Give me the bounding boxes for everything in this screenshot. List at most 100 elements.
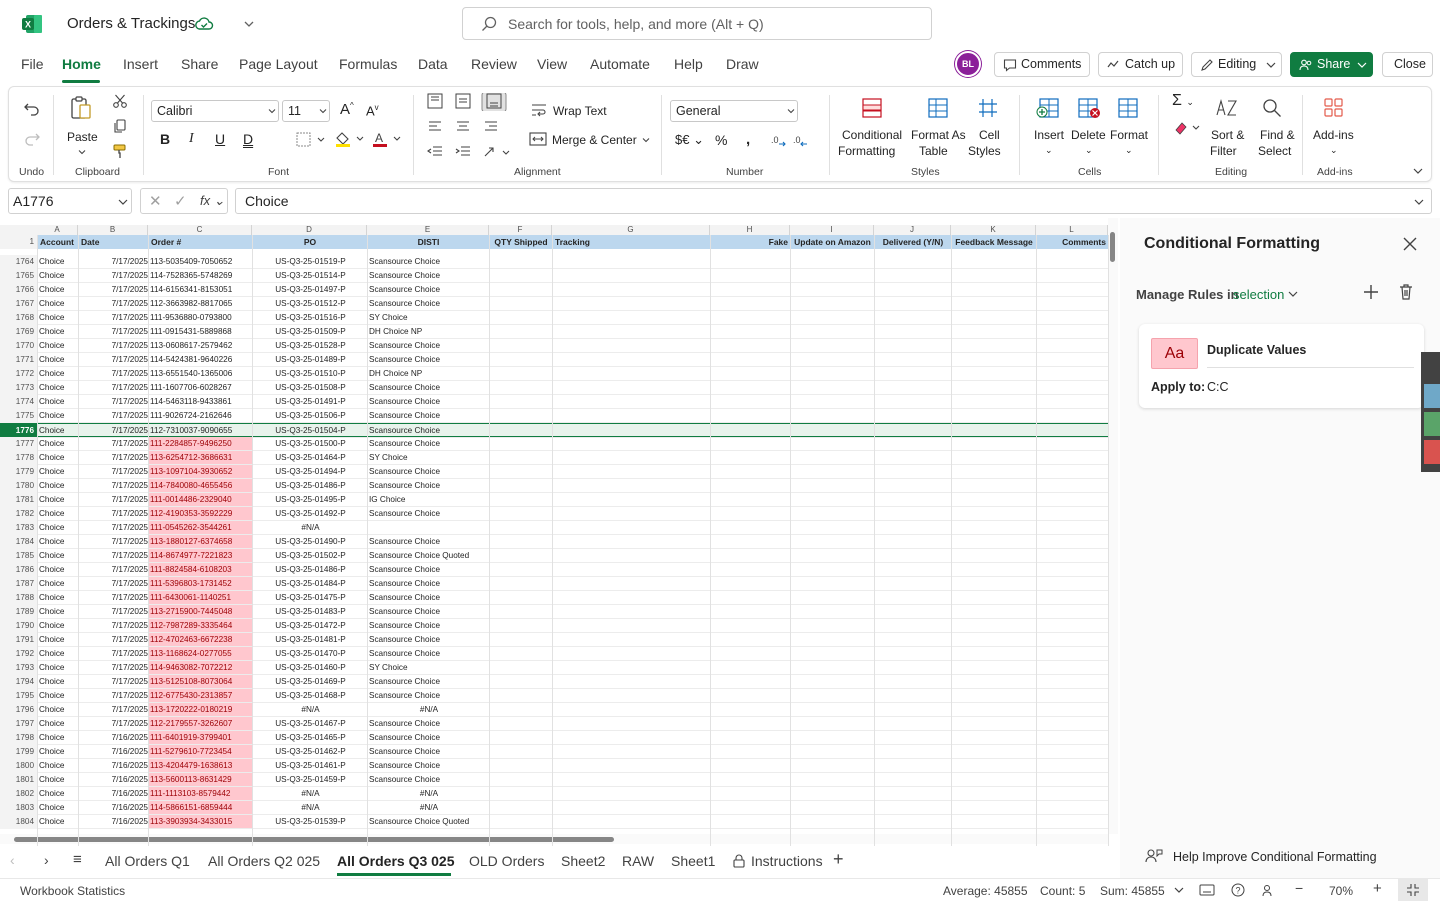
cell-c[interactable]: 113-1880127-6374658 — [148, 535, 252, 549]
zoom-level[interactable]: 70% — [1329, 884, 1353, 898]
cell-d[interactable]: US-Q3-25-01495-P — [252, 493, 367, 507]
cell-e[interactable]: Scansource Choice — [367, 731, 489, 745]
cell-c[interactable]: 112-4702463-6672238 — [148, 633, 252, 647]
paste-icon[interactable] — [69, 95, 93, 121]
table-row[interactable]: 1768 Choice 7/17/2025 111-9536880-0793800 US… — [0, 311, 1108, 325]
share-button[interactable]: Share — [1290, 52, 1373, 77]
sort-filter-label-2[interactable]: Filter — [1210, 144, 1237, 158]
cell-e[interactable]: Scansource Choice — [367, 563, 489, 577]
horizontal-align-icons[interactable] — [427, 119, 507, 135]
row-number[interactable]: 1782 — [0, 507, 37, 521]
format-as-table-label-1[interactable]: Format As — [911, 128, 966, 142]
cell-b[interactable]: 7/17/2025 — [78, 549, 148, 563]
cell-d[interactable]: US-Q3-25-01509-P — [252, 325, 367, 339]
redo-icon[interactable] — [23, 131, 41, 147]
cell-a[interactable]: Choice — [37, 647, 78, 661]
cell-c[interactable]: 113-1720222-0180219 — [148, 703, 252, 717]
comments-button[interactable]: Comments — [994, 52, 1090, 77]
cell-b[interactable]: 7/17/2025 — [78, 605, 148, 619]
cell-a[interactable]: Choice — [37, 465, 78, 479]
font-size-select[interactable]: 11 — [282, 100, 330, 122]
cell-c[interactable]: 111-9026724-2162646 — [148, 409, 252, 423]
cell-e[interactable]: Scansource Choice — [367, 717, 489, 731]
all-sheets-icon[interactable]: ≡ — [73, 851, 82, 868]
header-cell[interactable]: Tracking — [552, 235, 710, 249]
cell-a[interactable]: Choice — [37, 717, 78, 731]
italic-icon[interactable]: I — [189, 131, 194, 147]
format-painter-icon[interactable] — [112, 143, 128, 159]
cell-c[interactable]: 111-9536880-0793800 — [148, 311, 252, 325]
cell-c[interactable]: 111-0545262-3544261 — [148, 521, 252, 535]
table-row[interactable]: 1789 Choice 7/17/2025 113-2715900-7445048 US… — [0, 605, 1108, 619]
cell-e[interactable]: Scansource Choice — [367, 745, 489, 759]
font-name-select[interactable]: Calibri — [151, 100, 279, 122]
row-number[interactable]: 1798 — [0, 731, 37, 745]
cell-c[interactable]: 113-5600113-8631429 — [148, 773, 252, 787]
cell-b[interactable]: 7/17/2025 — [78, 563, 148, 577]
cell-b[interactable]: 7/16/2025 — [78, 759, 148, 773]
row-number[interactable]: 1773 — [0, 381, 37, 395]
header-cell[interactable]: Delivered (Y/N) — [874, 235, 951, 249]
autosum-icon[interactable]: Σ ⌄ — [1172, 92, 1194, 110]
cell-d[interactable]: #N/A — [252, 801, 367, 815]
table-row[interactable]: 1793 Choice 7/17/2025 114-9463082-7072212 US… — [0, 661, 1108, 675]
cell-c[interactable]: 112-2179557-3262607 — [148, 717, 252, 731]
cell-b[interactable]: 7/16/2025 — [78, 801, 148, 815]
cell-b[interactable]: 7/17/2025 — [78, 311, 148, 325]
row-number[interactable]: 1779 — [0, 465, 37, 479]
paste-label[interactable]: Paste — [67, 130, 98, 144]
cell-d[interactable]: US-Q3-25-01484-P — [252, 577, 367, 591]
header-cell[interactable]: Fake — [710, 235, 790, 249]
cell-e[interactable]: Scansource Choice Quoted — [367, 815, 489, 829]
menu-automate[interactable]: Automate — [590, 56, 650, 72]
column-header[interactable]: B — [78, 225, 148, 235]
check-icon[interactable]: ✓ — [174, 192, 187, 210]
cell-e[interactable]: Scansource Choice — [367, 605, 489, 619]
cell-d[interactable]: US-Q3-25-01539-P — [252, 815, 367, 829]
cell-b[interactable]: 7/17/2025 — [78, 535, 148, 549]
cell-c[interactable]: 111-1607706-6028267 — [148, 381, 252, 395]
find-select-label-1[interactable]: Find & — [1260, 128, 1295, 142]
table-row[interactable]: 1765 Choice 7/17/2025 114-7528365-5748269 US… — [0, 269, 1108, 283]
decrease-font-icon[interactable]: Av — [366, 103, 379, 118]
find-select-label-2[interactable]: Select — [1258, 144, 1291, 158]
cell-c[interactable]: 114-7840080-4655456 — [148, 479, 252, 493]
table-row[interactable]: 1777 Choice 7/17/2025 111-2284857-9496250 US… — [0, 437, 1108, 451]
row-number[interactable]: 1780 — [0, 479, 37, 493]
cell-d[interactable]: US-Q3-25-01514-P — [252, 269, 367, 283]
chevron-down-icon[interactable] — [1287, 290, 1299, 298]
cell-d[interactable]: US-Q3-25-01475-P — [252, 591, 367, 605]
delete-cells-label[interactable]: Delete — [1071, 128, 1106, 142]
format-as-table-icon[interactable] — [927, 97, 949, 119]
column-header[interactable]: F — [489, 225, 552, 235]
cell-a[interactable]: Choice — [37, 339, 78, 353]
row-number[interactable]: 1802 — [0, 787, 37, 801]
cell-e[interactable]: Scansource Choice — [367, 577, 489, 591]
header-cell[interactable]: Account — [37, 235, 78, 249]
cell-b[interactable]: 7/17/2025 — [78, 367, 148, 381]
cell-c[interactable]: 113-1168624-0277055 — [148, 647, 252, 661]
row-number[interactable]: 1790 — [0, 619, 37, 633]
table-row[interactable]: 1794 Choice 7/17/2025 113-5125108-8073064 US… — [0, 675, 1108, 689]
cell-c[interactable]: 113-6254712-3686631 — [148, 451, 252, 465]
header-cell[interactable]: Order # — [148, 235, 252, 249]
cell-a[interactable]: Choice — [37, 325, 78, 339]
row-number[interactable]: 1774 — [0, 395, 37, 409]
row-number[interactable]: 1797 — [0, 717, 37, 731]
workbook-statistics[interactable]: Workbook Statistics — [20, 884, 125, 898]
row-number-1[interactable]: 1 — [0, 235, 37, 249]
table-row[interactable]: 1792 Choice 7/17/2025 113-1168624-0277055 US… — [0, 647, 1108, 661]
cell-c[interactable]: 113-2715900-7445048 — [148, 605, 252, 619]
cell-e[interactable]: Scansource Choice — [367, 269, 489, 283]
cell-d[interactable]: US-Q3-25-01497-P — [252, 283, 367, 297]
cell-e[interactable]: Scansource Choice — [367, 424, 489, 438]
format-cells-icon[interactable] — [1117, 97, 1141, 119]
help-improve-link[interactable]: Help Improve Conditional Formatting — [1173, 850, 1377, 864]
cell-e[interactable]: SY Choice — [367, 311, 489, 325]
indent-orientation-icons[interactable] — [427, 144, 517, 160]
cell-e[interactable]: SY Choice — [367, 661, 489, 675]
table-row[interactable]: 1771 Choice 7/17/2025 114-5424381-9640226 US… — [0, 353, 1108, 367]
row-number[interactable]: 1793 — [0, 661, 37, 675]
cell-c[interactable]: 111-2284857-9496250 — [148, 437, 252, 451]
cell-b[interactable]: 7/17/2025 — [78, 703, 148, 717]
